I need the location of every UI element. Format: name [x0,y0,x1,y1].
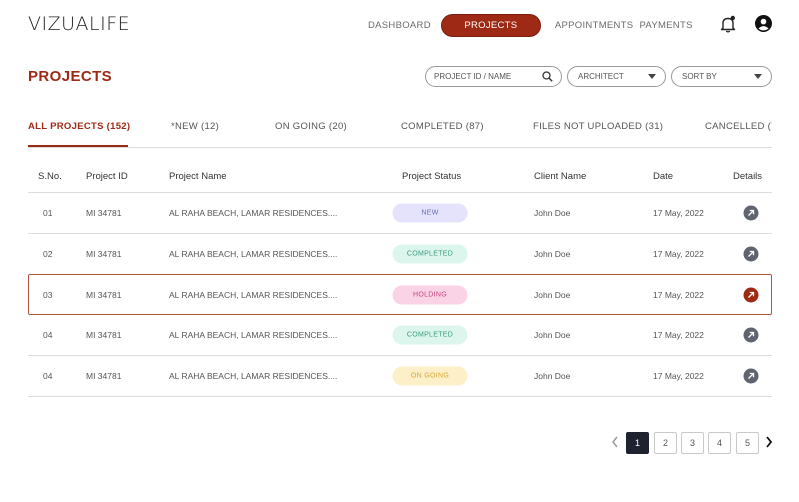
nav-projects[interactable]: PROJECTS [440,13,541,37]
page-button-1[interactable]: 1 [626,432,649,454]
cell-project-id: MI 34781 [86,330,122,340]
cell-project-id: MI 34781 [86,371,122,381]
architect-dropdown-value: ARCHITECT [578,72,624,81]
cell-client-name: John Doe [534,289,571,300]
cell-project-id: MI 34781 [86,249,122,259]
cell-date: 17 May, 2022 [653,371,704,381]
table-row[interactable]: 04 MI 34781 AL RAHA BEACH, LAMAR RESIDEN… [28,315,772,355]
caret-down-icon [648,74,656,79]
nav-appointments[interactable]: APPOINTMENTS [555,20,634,31]
cell-sno: 04 [43,371,53,381]
page-title: PROJECTS [28,68,113,85]
open-details-icon[interactable] [743,368,759,384]
bell-icon[interactable] [720,15,736,33]
status-badge: NEW [392,203,468,223]
sort-dropdown-value: SORT BY [682,72,717,81]
column-header-project-name: Project Name [169,171,227,182]
tab-new[interactable]: *NEW (12) [171,121,219,132]
open-details-icon[interactable] [743,205,759,221]
column-header-project-id: Project ID [86,171,128,182]
page-button-4[interactable]: 4 [708,432,731,454]
cell-sno: 01 [43,208,53,218]
cell-project-name: AL RAHA BEACH, LAMAR RESIDENCES.... [169,330,338,340]
column-header-date: Date [653,171,674,182]
search-placeholder: PROJECT ID / NAME [434,72,512,81]
column-header-client-name: Client Name [534,171,587,182]
cell-project-name: AL RAHA BEACH, LAMAR RESIDENCES.... [169,208,338,218]
cell-project-id: MI 34781 [86,208,122,218]
tab-cancelled[interactable]: CANCELLED (7) [705,121,772,132]
cell-project-name: AL RAHA BEACH, LAMAR RESIDENCES.... [169,249,338,259]
cell-date: 17 May, 2022 [653,289,704,300]
caret-down-icon [754,74,762,79]
search-icon[interactable] [542,71,553,82]
table-row[interactable]: 01 MI 34781 AL RAHA BEACH, LAMAR RESIDEN… [28,193,772,233]
tab-files-not-uploaded[interactable]: FILES NOT UPLOADED (31) [533,121,663,132]
architect-dropdown[interactable]: ARCHITECT [567,66,666,87]
row-divider [28,396,772,397]
user-icon[interactable] [755,15,772,32]
table-row[interactable]: 04 MI 34781 AL RAHA BEACH, LAMAR RESIDEN… [28,356,772,396]
cell-project-name: AL RAHA BEACH, LAMAR RESIDENCES.... [169,371,338,381]
cell-client-name: John Doe [534,330,571,340]
cell-client-name: John Doe [534,208,571,218]
app-logo[interactable]: VIZUALIFE [28,13,130,35]
sort-dropdown[interactable]: SORT BY [671,66,772,87]
cell-sno: 04 [43,330,53,340]
chevron-right-icon[interactable] [765,435,773,451]
column-header-sno: S.No. [38,171,62,182]
top-nav: DASHBOARD PROJECTS APPOINTMENTS PAYMENTS [368,13,693,37]
status-badge: COMPLETED [392,244,468,264]
table-row[interactable]: 02 MI 34781 AL RAHA BEACH, LAMAR RESIDEN… [28,234,772,274]
page-button-5[interactable]: 5 [736,432,759,454]
cell-date: 17 May, 2022 [653,208,704,218]
cell-date: 17 May, 2022 [653,249,704,259]
cell-project-name: AL RAHA BEACH, LAMAR RESIDENCES.... [169,289,338,300]
cell-sno: 02 [43,249,53,259]
tab-completed[interactable]: COMPLETED (87) [401,121,484,132]
cell-sno: 03 [43,289,53,300]
search-input[interactable]: PROJECT ID / NAME [425,66,562,87]
page-button-2[interactable]: 2 [654,432,677,454]
nav-payments[interactable]: PAYMENTS [639,20,692,31]
table-row[interactable]: 03 MI 34781 AL RAHA BEACH, LAMAR RESIDEN… [28,274,772,315]
chevron-left-icon[interactable] [611,435,619,451]
open-details-icon[interactable] [743,287,759,302]
status-tabs: ALL PROJECTS (152) *NEW (12) ON GOING (2… [0,121,799,147]
status-badge: COMPLETED [392,325,468,345]
status-badge: ON GOING [392,366,468,386]
open-details-icon[interactable] [743,246,759,262]
page-button-3[interactable]: 3 [681,432,704,454]
tab-ongoing[interactable]: ON GOING (20) [275,121,347,132]
cell-project-id: MI 34781 [86,289,122,300]
column-header-project-status: Project Status [402,171,462,182]
cell-date: 17 May, 2022 [653,330,704,340]
status-badge: HOLDING [392,285,468,304]
tabs-divider [28,147,772,148]
column-header-details: Details [733,171,763,182]
cell-client-name: John Doe [534,371,571,381]
tab-all-projects[interactable]: ALL PROJECTS (152) [28,121,130,132]
nav-dashboard[interactable]: DASHBOARD [368,20,431,31]
cell-client-name: John Doe [534,249,571,259]
open-details-icon[interactable] [743,327,759,343]
